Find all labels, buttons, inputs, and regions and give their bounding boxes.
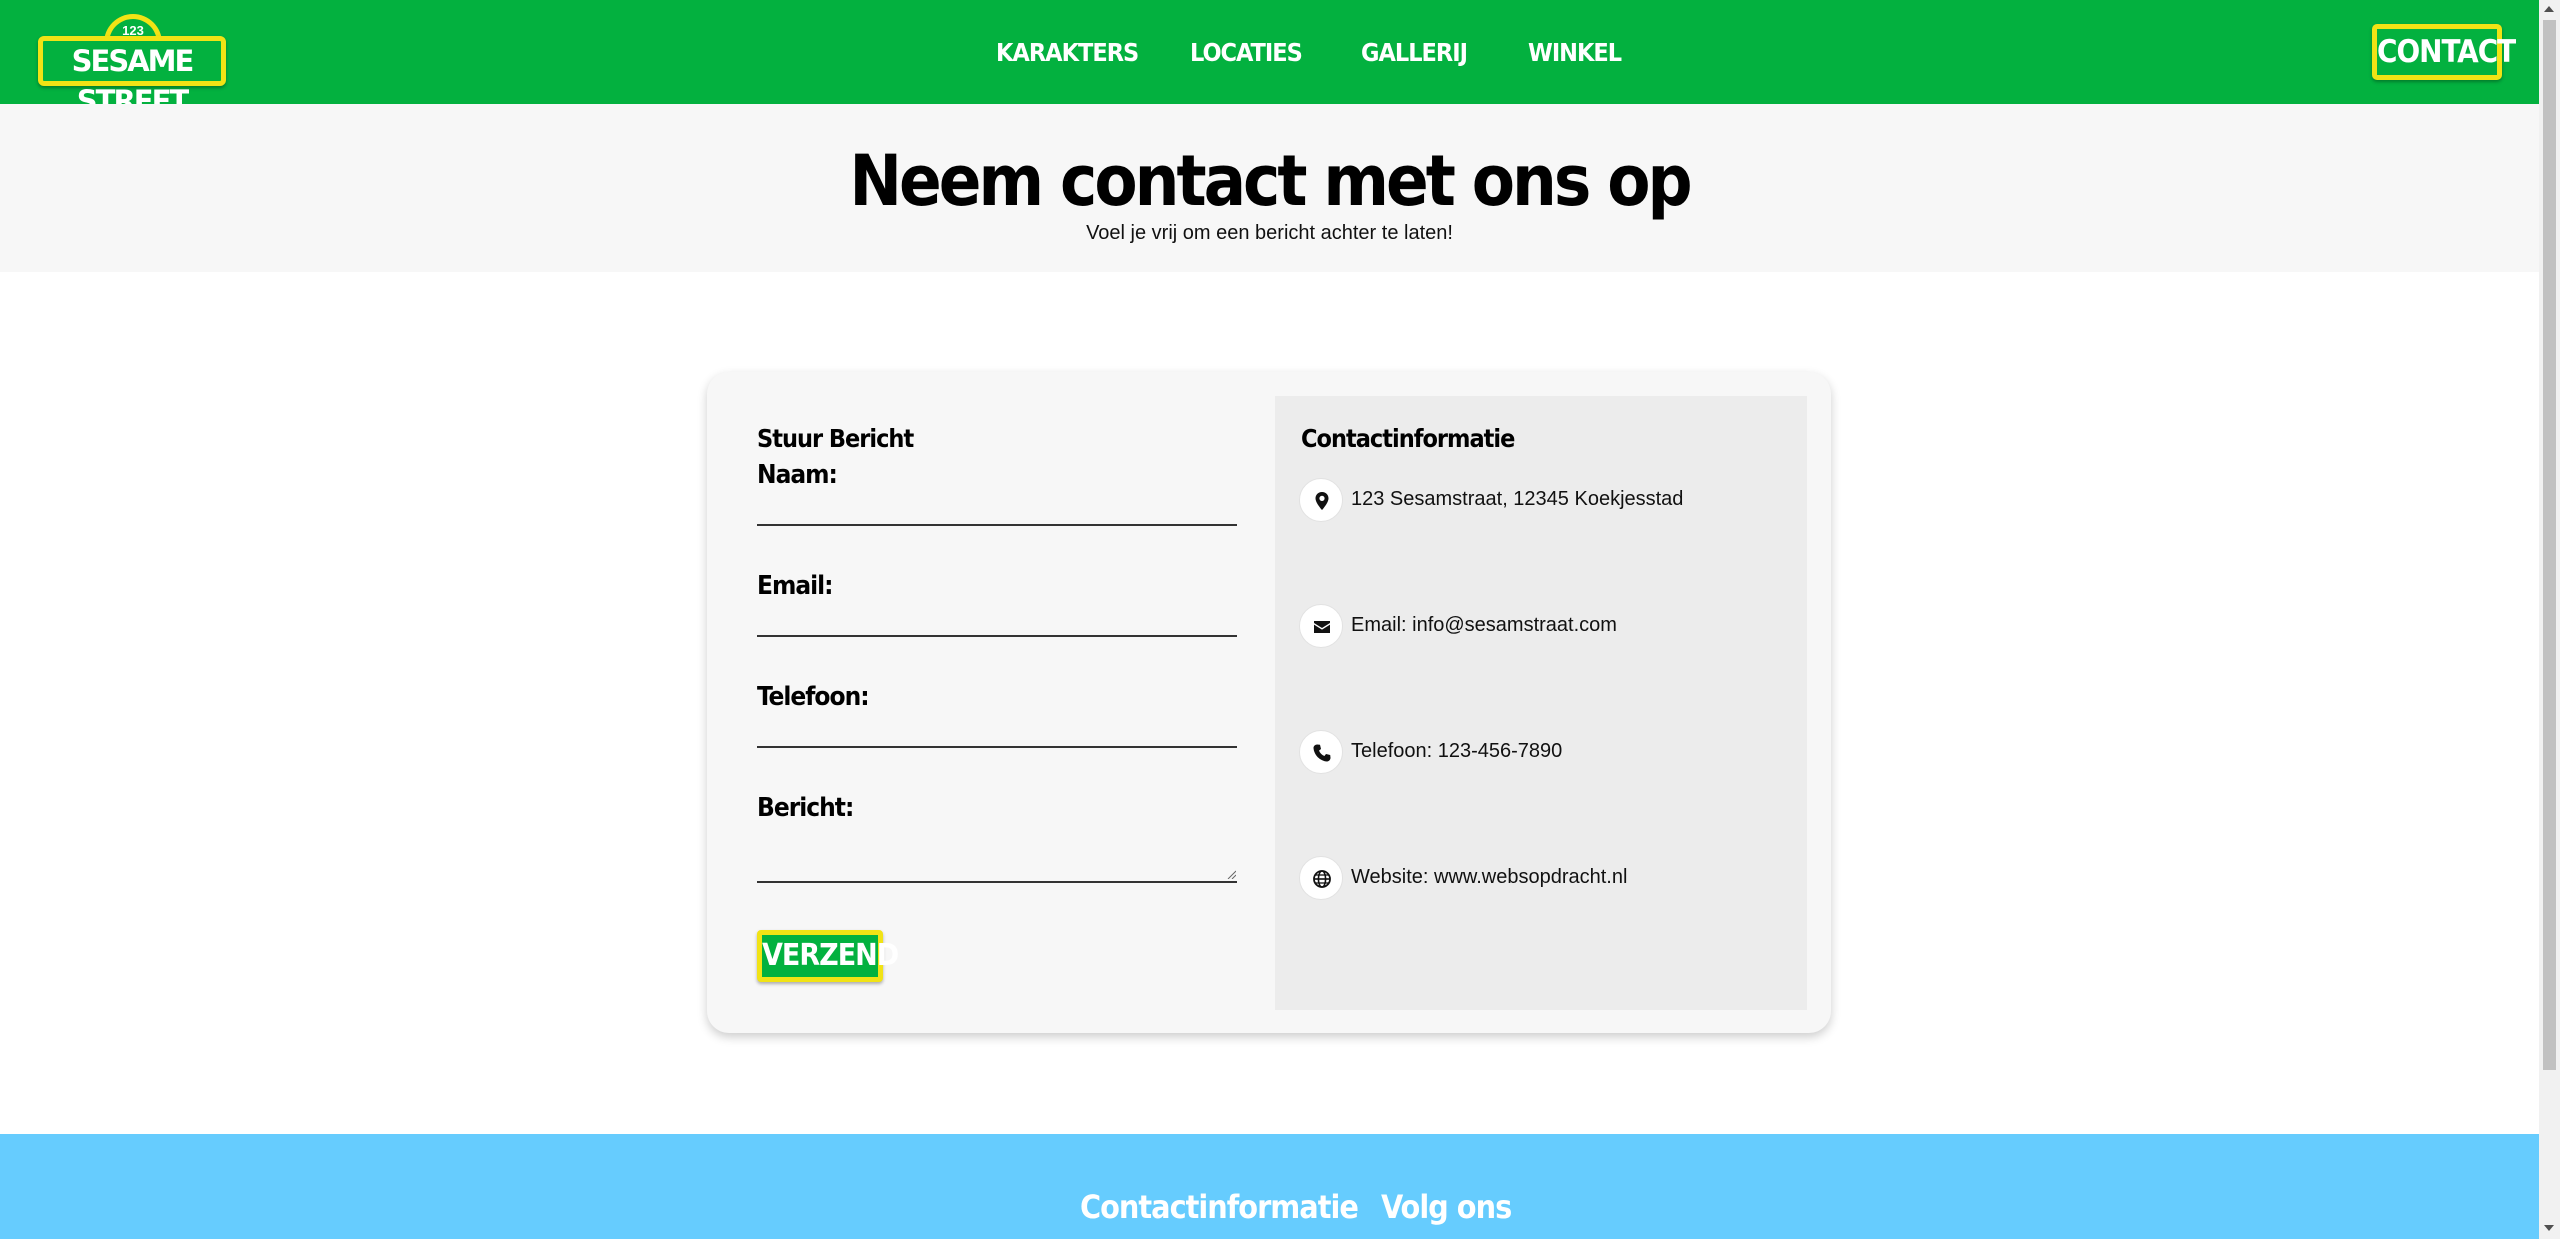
site-footer: Contactinformatie Volg ons xyxy=(0,1134,2539,1239)
phone-label: Telefoon: xyxy=(757,682,870,712)
message-textarea[interactable] xyxy=(757,843,1237,883)
footer-heading-contact: Contactinformatie xyxy=(1080,1188,1359,1226)
nav-item-winkel[interactable]: WINKEL xyxy=(1528,36,1622,70)
globe-icon xyxy=(1299,856,1343,900)
contact-info-panel: Contactinformatie 123 Sesamstraat, 12345… xyxy=(1275,396,1807,1010)
nav-item-karakters[interactable]: KARAKTERS xyxy=(996,36,1139,70)
name-field: Naam: xyxy=(757,458,1237,526)
contact-form: Stuur Bericht xyxy=(757,422,1237,456)
scroll-thumb[interactable] xyxy=(2543,20,2556,1070)
scroll-down-arrow-icon[interactable] xyxy=(2544,1225,2554,1231)
page-subtitle: Voel je vrij om een bericht achter te la… xyxy=(1086,222,1453,244)
page-hero: Neem contact met ons op Voel je vrij om … xyxy=(0,104,2539,272)
scroll-up-arrow-icon[interactable] xyxy=(2544,6,2554,12)
submit-button[interactable]: VERZEND xyxy=(757,930,899,982)
email-field: Email: xyxy=(757,569,1237,637)
contact-card: Stuur Bericht Naam: Email: Telefoon: Ber… xyxy=(707,372,1831,1033)
phone-icon xyxy=(1299,730,1343,774)
envelope-icon xyxy=(1299,604,1343,648)
email-label: Email: xyxy=(757,571,834,601)
resize-handle-icon[interactable] xyxy=(1226,869,1236,879)
message-label: Bericht: xyxy=(757,793,854,823)
nav-item-gallerij[interactable]: GALLERIJ xyxy=(1361,36,1468,70)
phone-text[interactable]: Telefoon: 123-456-7890 xyxy=(1351,740,1562,763)
site-header: 123 SESAME STREET KARAKTERS LOCATIES GAL… xyxy=(0,0,2539,118)
email-text[interactable]: Email: info@sesamstraat.com xyxy=(1351,614,1617,637)
phone-input[interactable] xyxy=(757,746,1237,748)
name-input[interactable] xyxy=(757,524,1237,526)
form-title: Stuur Bericht xyxy=(757,424,914,453)
page-scrollbar[interactable] xyxy=(2539,0,2560,1239)
website-text[interactable]: Website: www.websopdracht.nl xyxy=(1351,866,1627,889)
phone-field: Telefoon: xyxy=(757,680,1237,748)
email-input[interactable] xyxy=(757,635,1237,637)
footer-heading-follow: Volg ons xyxy=(1381,1188,1512,1226)
location-pin-icon xyxy=(1299,478,1343,522)
page-title: Neem contact met ons op xyxy=(849,140,1692,222)
message-field: Bericht: xyxy=(757,791,1237,883)
name-label: Naam: xyxy=(757,460,838,490)
address-text: 123 Sesamstraat, 12345 Koekjesstad xyxy=(1351,488,1684,510)
contact-button[interactable]: CONTACT xyxy=(2372,24,2516,80)
info-title: Contactinformatie xyxy=(1301,424,1515,453)
main-nav: KARAKTERS LOCATIES GALLERIJ WINKEL xyxy=(0,36,2539,70)
nav-item-locaties[interactable]: LOCATIES xyxy=(1190,36,1303,70)
